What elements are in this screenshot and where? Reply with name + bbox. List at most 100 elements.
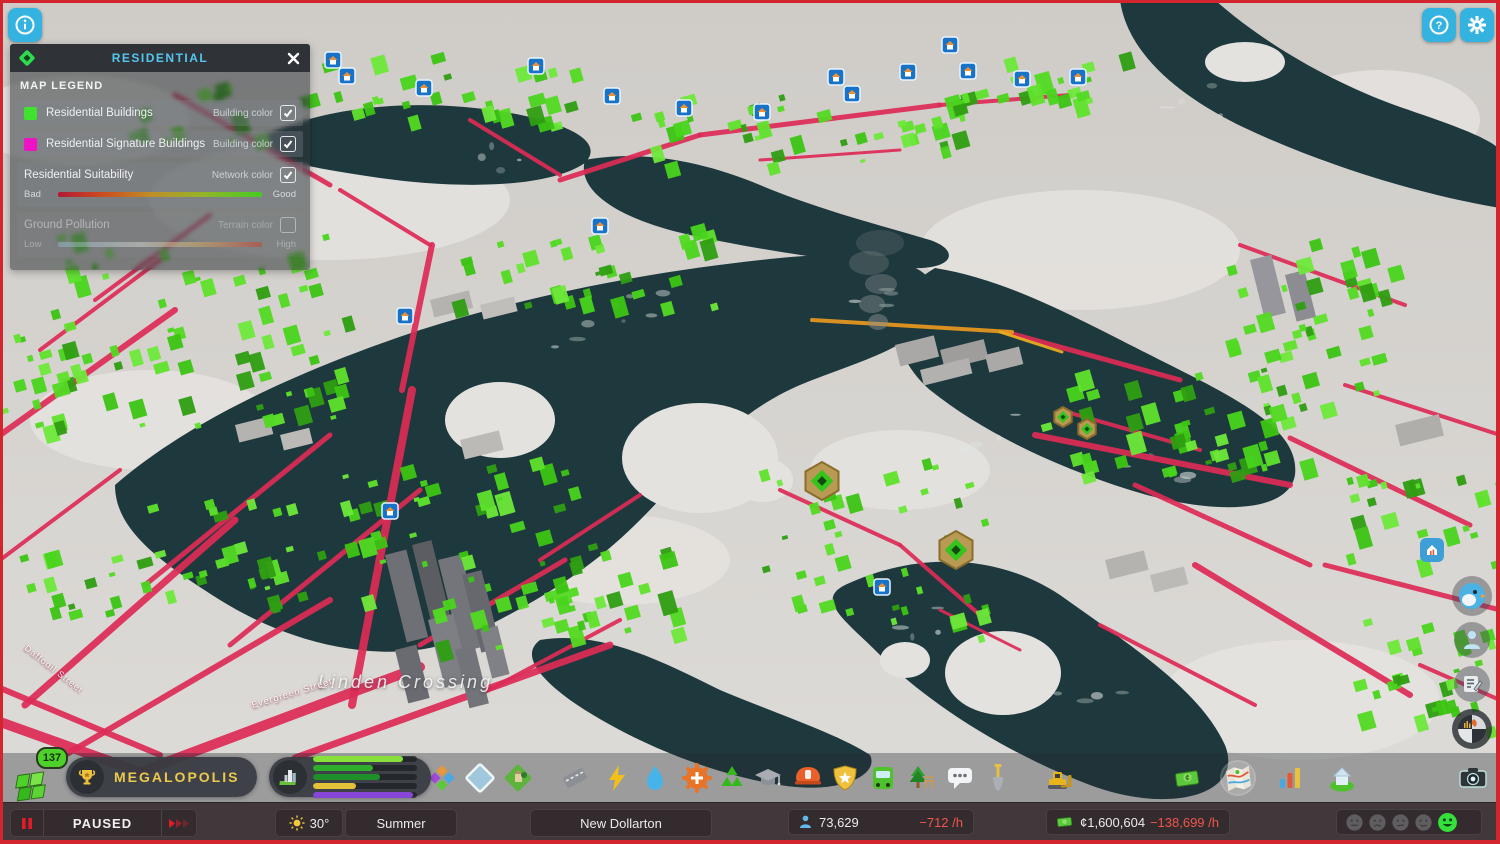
speed-button[interactable] <box>162 810 196 836</box>
building-marker-icon[interactable] <box>591 217 609 235</box>
population-widget[interactable]: 73,629 −712 /h <box>788 809 974 835</box>
info-button[interactable] <box>8 8 42 42</box>
green-swatch <box>24 106 37 120</box>
building-marker-icon[interactable] <box>324 51 342 69</box>
money-icon <box>1057 817 1073 828</box>
building-marker-icon[interactable] <box>959 62 977 80</box>
building-marker-icon[interactable] <box>843 85 861 103</box>
signature-building-marker-icon[interactable] <box>1077 417 1097 441</box>
face-neutral-icon <box>1346 813 1363 831</box>
face-happy-icon <box>1438 812 1457 832</box>
building-marker-icon[interactable] <box>753 103 771 121</box>
building-marker-icon[interactable] <box>675 99 693 117</box>
demand-bar-office <box>313 792 418 798</box>
radio-button[interactable] <box>1452 709 1492 749</box>
roads-icon <box>563 768 587 788</box>
map-info-views-button[interactable] <box>1222 762 1254 794</box>
legend-header: RESIDENTIAL <box>10 44 310 72</box>
fire-rescue-button[interactable] <box>792 762 824 794</box>
terraforming-icon <box>993 764 1003 791</box>
face-unhappy-icon <box>1392 813 1409 831</box>
info-icon <box>15 15 35 35</box>
checkbox-checked[interactable] <box>280 105 296 121</box>
building-marker-icon[interactable] <box>873 578 891 596</box>
signature-building-marker-icon[interactable] <box>1053 405 1073 429</box>
building-marker-icon[interactable] <box>1069 68 1087 86</box>
journal-button[interactable] <box>1454 666 1490 702</box>
checkbox-checked[interactable] <box>280 136 296 152</box>
trophy-icon <box>78 770 96 785</box>
help-button[interactable]: ? <box>1422 8 1456 42</box>
demand-bar-commercial <box>313 783 418 789</box>
police-button[interactable] <box>829 762 861 794</box>
roads-button[interactable] <box>559 762 591 794</box>
signature-building-marker-icon[interactable] <box>804 460 840 502</box>
parks-recreation-button[interactable] <box>906 762 938 794</box>
close-icon[interactable] <box>284 49 302 67</box>
district-label: Linden Crossing <box>318 672 494 692</box>
building-marker-icon[interactable] <box>1013 70 1031 88</box>
building-marker-icon[interactable] <box>603 87 621 105</box>
map-legend-panel: RESIDENTIAL MAP LEGEND Residential Build… <box>10 44 310 270</box>
building-marker-icon[interactable] <box>899 63 917 81</box>
building-marker-icon[interactable] <box>396 307 414 325</box>
districts-button[interactable] <box>464 762 496 794</box>
suitability-gradient <box>58 192 262 197</box>
water-sewage-button[interactable] <box>639 762 671 794</box>
fast-forward-icon <box>169 818 189 828</box>
population-icon <box>800 815 811 828</box>
transportation-button[interactable] <box>867 762 899 794</box>
demand-bar-residential-low <box>313 756 418 762</box>
season-widget[interactable]: Summer <box>345 809 457 837</box>
garbage-icon <box>721 766 743 786</box>
education-button[interactable] <box>752 762 784 794</box>
communications-button[interactable] <box>944 762 976 794</box>
building-marker-icon[interactable] <box>827 68 845 86</box>
checkbox-checked[interactable] <box>280 167 296 183</box>
education-icon <box>755 769 781 786</box>
chirper-button[interactable] <box>1452 576 1492 616</box>
building-marker-icon[interactable] <box>527 57 545 75</box>
map-info-views-icon <box>1226 765 1251 792</box>
milestones-button[interactable]: 137 <box>14 747 68 802</box>
game-screen: { "legend": { "title": "RESIDENTIAL", "h… <box>0 0 1500 844</box>
milestone-pill[interactable]: MEGALOPOLIS <box>66 757 258 797</box>
progression-icon <box>1330 767 1354 792</box>
checkbox-unchecked[interactable] <box>280 217 296 233</box>
question-icon: ? <box>1429 15 1449 35</box>
economy-button[interactable]: ¢ <box>1172 762 1204 794</box>
city-name-widget[interactable]: New Dollarton <box>530 809 712 837</box>
electricity-button[interactable] <box>601 762 633 794</box>
money-widget[interactable]: ¢1,600,604 −138,699 /h <box>1046 809 1230 835</box>
landscaping-button[interactable] <box>502 762 534 794</box>
pause-button[interactable] <box>11 810 43 836</box>
demand-bars <box>313 756 431 798</box>
population-value: 73,629 <box>819 814 859 830</box>
svg-text:¢: ¢ <box>1185 774 1190 783</box>
svg-text:?: ? <box>1436 20 1443 32</box>
garbage-button[interactable] <box>716 762 748 794</box>
signature-building-marker-icon[interactable] <box>938 529 974 571</box>
settings-button[interactable] <box>1460 8 1494 42</box>
weather-widget[interactable]: 30° <box>275 809 343 837</box>
bulldozer-button[interactable] <box>1044 762 1076 794</box>
transportation-icon <box>873 767 893 789</box>
statistics-button[interactable] <box>1274 762 1306 794</box>
chirper-bird-icon <box>1459 583 1486 609</box>
progression-button[interactable] <box>1326 762 1358 794</box>
city-overview-button[interactable] <box>1420 538 1444 562</box>
demand-bar-residential-high <box>313 774 418 780</box>
citizens-button[interactable] <box>1454 622 1490 658</box>
healthcare-button[interactable] <box>681 762 713 794</box>
status-bar: PAUSED 30° Summer New Dollarton 73,629 −… <box>0 802 1500 841</box>
terraforming-button[interactable] <box>982 762 1014 794</box>
building-marker-icon[interactable] <box>338 67 356 85</box>
happiness-widget[interactable] <box>1336 809 1482 835</box>
police-icon <box>833 765 857 791</box>
demand-pill[interactable] <box>269 756 432 798</box>
building-marker-icon[interactable] <box>381 502 399 520</box>
building-marker-icon[interactable] <box>941 36 959 54</box>
photo-mode-button[interactable] <box>1457 762 1489 794</box>
building-marker-icon[interactable] <box>415 79 433 97</box>
simulation-state: PAUSED <box>72 815 133 831</box>
